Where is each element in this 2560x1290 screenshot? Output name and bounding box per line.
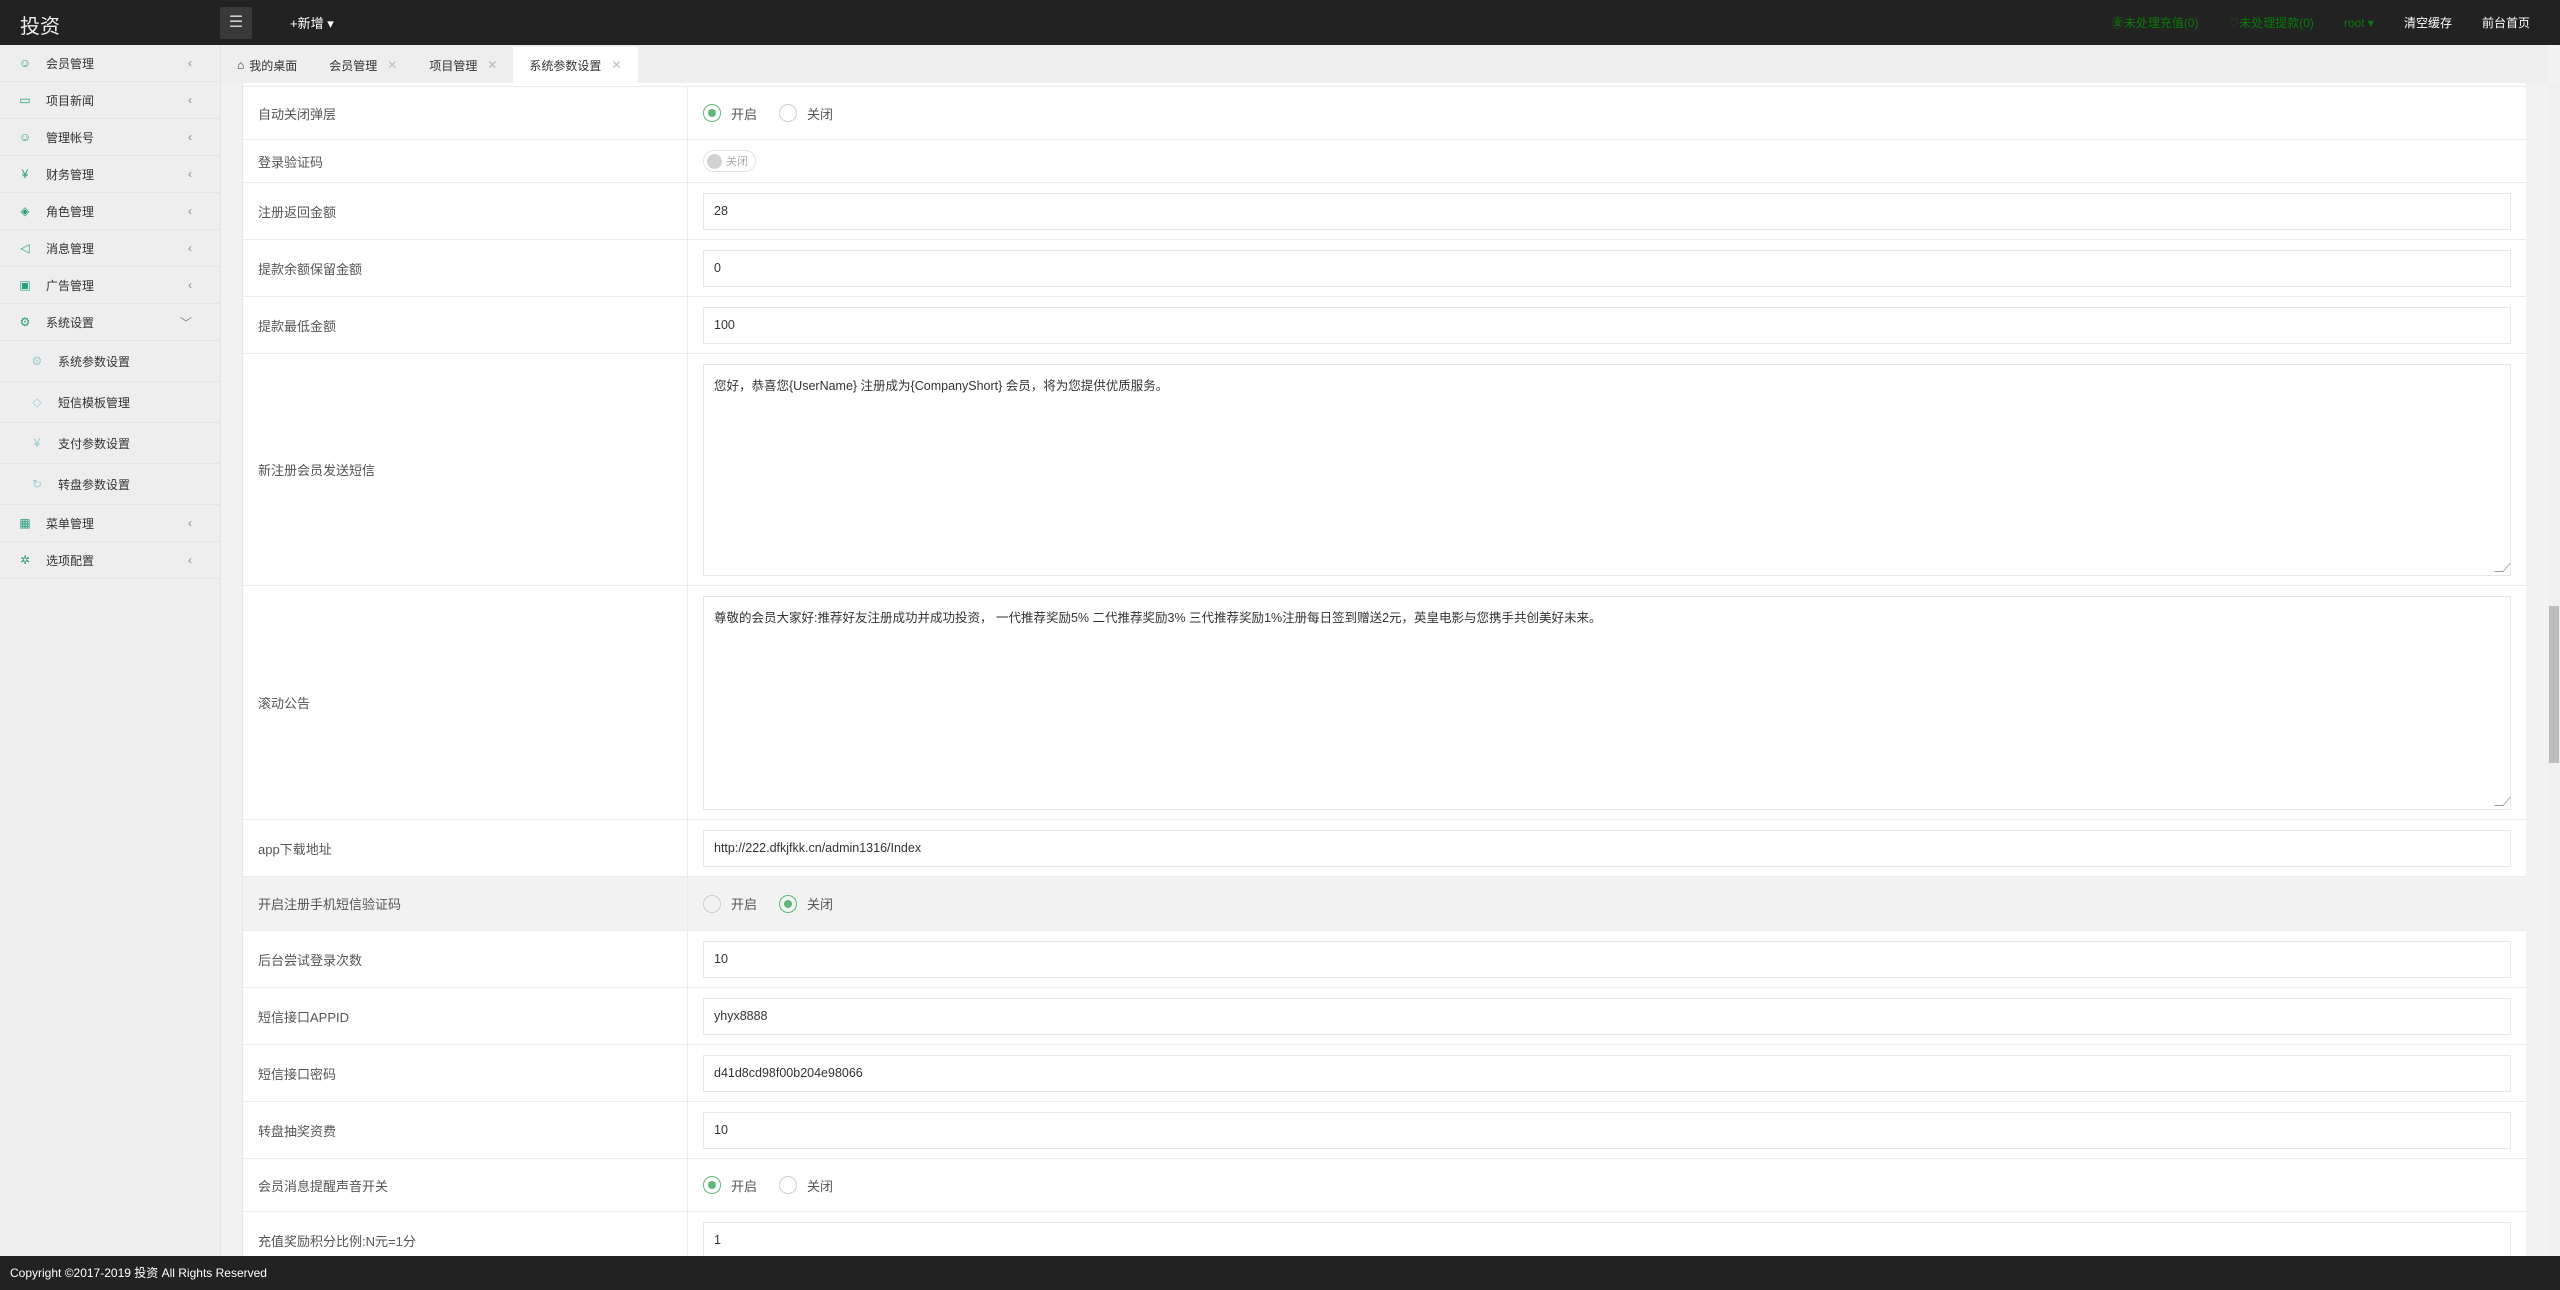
- frontend-home-link[interactable]: 前台首页: [2482, 14, 2530, 31]
- sidebar: ☺ 会员管理 ‹ ▭ 项目新闻 ‹ ☺ 管理帐号 ‹ ¥ 财务管理 ‹ ◈ 角色管理 ‹ ◁ 消息管理 ‹ ▣ 广告管…: [0, 45, 221, 1256]
- withdraw-reserve-input[interactable]: 0: [703, 249, 2511, 287]
- sidebar-item-1[interactable]: ▭ 项目新闻 ‹: [0, 82, 220, 119]
- sidebar-subitem-3[interactable]: ↻ 转盘参数设置: [0, 464, 220, 505]
- scrollbar[interactable]: [2548, 83, 2560, 1256]
- top-bar: 投资 ☰ +新增 ▾ ㊎未处理充值(0) ♡未处理提款(0) root ▾ 清空…: [0, 0, 2560, 45]
- chevron-left-icon: ‹: [188, 130, 192, 144]
- row-withdraw-min: 提款最低金额 100: [243, 297, 2526, 354]
- sidebar-item-5[interactable]: ◁ 消息管理 ‹: [0, 230, 220, 267]
- radio-msg-sound-on[interactable]: 开启: [703, 1176, 757, 1195]
- sidebar-item-4[interactable]: ◈ 角色管理 ‹: [0, 193, 220, 230]
- row-withdraw-reserve: 提款余额保留金额 0: [243, 240, 2526, 297]
- grid-icon: ▦: [19, 516, 31, 530]
- users-icon: ☺: [18, 130, 32, 144]
- pending-recharge-link[interactable]: ㊎未处理充值(0): [2112, 14, 2199, 31]
- sms-appid-input[interactable]: yhyx8888: [703, 997, 2511, 1035]
- withdraw-min-input[interactable]: 100: [703, 306, 2511, 344]
- user-menu[interactable]: root ▾: [2344, 16, 2374, 30]
- radio-sms-verify-off[interactable]: 关闭: [779, 894, 833, 913]
- sidebar-item-0[interactable]: ☺ 会员管理 ‹: [0, 45, 220, 82]
- chevron-left-icon: ‹: [188, 93, 192, 107]
- notice-textarea[interactable]: 尊敬的会员大家好:推荐好友注册成功并成功投资， 一代推荐奖励5% 二代推荐奖励3…: [703, 595, 2511, 810]
- points-ratio-input[interactable]: 1: [703, 1221, 2511, 1256]
- row-register-bonus: 注册返回金额 28: [243, 183, 2526, 240]
- config-icon: ✲: [19, 553, 31, 567]
- wheel-fee-input[interactable]: 10: [703, 1111, 2511, 1149]
- row-login-attempts: 后台尝试登录次数 10: [243, 931, 2526, 988]
- refresh-icon: ↻: [31, 477, 43, 491]
- yen-icon: ¥: [21, 167, 29, 181]
- clear-cache-link[interactable]: 清空缓存: [2404, 14, 2452, 31]
- sidebar-item-7[interactable]: ⚙ 系统设置 ﹀: [0, 304, 220, 341]
- yen-icon: ¥: [33, 436, 41, 450]
- footer: Copyright ©2017-2019 投资 All Rights Reser…: [0, 1256, 2560, 1290]
- sidebar-subitem-0[interactable]: ⚙ 系统参数设置: [0, 341, 220, 382]
- row-sms-password: 短信接口密码 d41d8cd98f00b204e98066: [243, 1045, 2526, 1102]
- tab-desktop[interactable]: ⌂ 我的桌面: [221, 47, 313, 83]
- home-icon: ⌂: [237, 58, 245, 72]
- chevron-left-icon: ‹: [188, 278, 192, 292]
- sidebar-item2-1[interactable]: ✲ 选项配置 ‹: [0, 542, 220, 579]
- row-msg-sound: 会员消息提醒声音开关 开启 关闭: [243, 1159, 2526, 1212]
- row-auto-close: 自动关闭弹层 开启 关闭: [243, 87, 2526, 140]
- chevron-down-icon: ﹀: [179, 315, 192, 330]
- add-new-dropdown[interactable]: +新增 ▾: [290, 13, 334, 32]
- image-icon: ▣: [19, 278, 31, 292]
- gear-icon: ⚙: [31, 354, 43, 368]
- speaker-icon: ◁: [20, 241, 30, 255]
- register-bonus-input[interactable]: 28: [703, 192, 2511, 230]
- shield-icon: ◈: [20, 204, 30, 218]
- user-icon: ☺: [18, 56, 32, 70]
- tag-icon: ◇: [32, 395, 42, 409]
- sms-password-input[interactable]: d41d8cd98f00b204e98066: [703, 1054, 2511, 1092]
- menu-toggle-icon[interactable]: ☰: [220, 7, 252, 39]
- close-icon[interactable]: ✕: [487, 58, 497, 72]
- row-app-url: app下载地址 http://222.dfkjfkk.cn/admin1316/…: [243, 820, 2526, 877]
- tab-system-params[interactable]: 系统参数设置 ✕: [513, 47, 638, 83]
- chevron-left-icon: ‹: [188, 167, 192, 181]
- row-login-captcha: 登录验证码 关闭: [243, 140, 2526, 183]
- sidebar-subitem-1[interactable]: ◇ 短信模板管理: [0, 382, 220, 423]
- radio-msg-sound-off[interactable]: 关闭: [779, 1176, 833, 1195]
- login-attempts-input[interactable]: 10: [703, 940, 2511, 978]
- gear-icon: ⚙: [19, 315, 31, 329]
- row-points-ratio: 充值奖励积分比例:N元=1分 1: [243, 1212, 2526, 1256]
- chevron-left-icon: ‹: [188, 516, 192, 530]
- scrollbar-thumb[interactable]: [2549, 606, 2559, 763]
- radio-auto-close-on[interactable]: 开启: [703, 104, 757, 123]
- sidebar-item-2[interactable]: ☺ 管理帐号 ‹: [0, 119, 220, 156]
- register-sms-textarea[interactable]: 您好，恭喜您{UserName} 注册成为{CompanyShort} 会员，将…: [703, 363, 2511, 576]
- tab-project[interactable]: 项目管理 ✕: [413, 47, 513, 83]
- app-url-input[interactable]: http://222.dfkjfkk.cn/admin1316/Index: [703, 829, 2511, 867]
- pending-withdraw-link[interactable]: ♡未处理提款(0): [2228, 14, 2313, 31]
- sidebar-item2-0[interactable]: ▦ 菜单管理 ‹: [0, 505, 220, 542]
- settings-form: 自动关闭弹层 开启 关闭 登录验证码 关闭 注册返回金额 28 提款余额保留金额…: [242, 83, 2526, 1256]
- sidebar-item-3[interactable]: ¥ 财务管理 ‹: [0, 156, 220, 193]
- chevron-left-icon: ‹: [188, 553, 192, 567]
- radio-sms-verify-on[interactable]: 开启: [703, 894, 757, 913]
- chevron-left-icon: ‹: [188, 204, 192, 218]
- tab-bar: ⌂ 我的桌面 会员管理 ✕ 项目管理 ✕ 系统参数设置 ✕: [221, 45, 2548, 83]
- row-sms-appid: 短信接口APPID yhyx8888: [243, 988, 2526, 1045]
- close-icon[interactable]: ✕: [387, 58, 397, 72]
- row-wheel-fee: 转盘抽奖资费 10: [243, 1102, 2526, 1159]
- tab-member[interactable]: 会员管理 ✕: [313, 47, 413, 83]
- sidebar-item-6[interactable]: ▣ 广告管理 ‹: [0, 267, 220, 304]
- book-icon: ▭: [19, 93, 31, 107]
- row-notice: 滚动公告 尊敬的会员大家好:推荐好友注册成功并成功投资， 一代推荐奖励5% 二代…: [243, 586, 2526, 820]
- radio-auto-close-off[interactable]: 关闭: [779, 104, 833, 123]
- row-register-sms: 新注册会员发送短信 您好，恭喜您{UserName} 注册成为{CompanyS…: [243, 354, 2526, 586]
- sidebar-subitem-2[interactable]: ¥ 支付参数设置: [0, 423, 220, 464]
- close-icon[interactable]: ✕: [611, 58, 621, 72]
- app-logo: 投资: [20, 16, 60, 38]
- row-sms-verify: 开启注册手机短信验证码 开启 关闭: [243, 877, 2526, 931]
- login-captcha-switch[interactable]: 关闭: [703, 150, 756, 172]
- chevron-left-icon: ‹: [188, 56, 192, 70]
- chevron-left-icon: ‹: [188, 241, 192, 255]
